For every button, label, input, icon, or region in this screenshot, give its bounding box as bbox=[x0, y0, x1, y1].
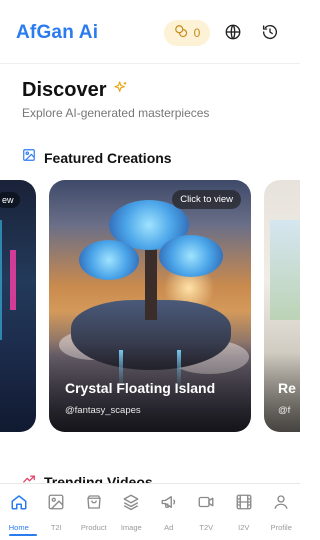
bottom-nav: Home T2I Product Image Ad T2V I2V Profil… bbox=[0, 483, 300, 540]
video-icon bbox=[197, 493, 215, 516]
credits-count: 0 bbox=[193, 26, 201, 40]
nav-item-ad[interactable]: Ad bbox=[150, 484, 188, 540]
nav-item-image[interactable]: Image bbox=[113, 484, 151, 540]
card-art bbox=[270, 220, 300, 320]
nav-item-t2i[interactable]: T2I bbox=[38, 484, 76, 540]
globe-icon[interactable] bbox=[224, 23, 242, 41]
bag-icon bbox=[85, 493, 103, 516]
nav-item-profile[interactable]: Profile bbox=[263, 484, 301, 540]
featured-card-prev[interactable]: ew bbox=[0, 180, 36, 432]
card-art-neon bbox=[10, 250, 16, 310]
card-art-canopy bbox=[159, 235, 223, 277]
card-art bbox=[0, 220, 2, 340]
nav-label-image: Image bbox=[120, 523, 142, 532]
brand-logo[interactable]: AfGan Ai bbox=[16, 22, 98, 44]
page-title: Discover bbox=[22, 79, 129, 102]
nav-label-t2v: T2V bbox=[199, 523, 214, 532]
nav-item-product[interactable]: Product bbox=[75, 484, 113, 540]
featured-title: Featured Creations bbox=[44, 149, 172, 166]
active-tab-indicator bbox=[9, 534, 37, 536]
coins-icon bbox=[174, 24, 188, 43]
featured-section-header: Featured Creations bbox=[22, 148, 172, 167]
click-to-view-pill[interactable]: Click to view bbox=[172, 190, 241, 209]
film-icon bbox=[235, 493, 253, 516]
card-author: @f bbox=[278, 405, 291, 416]
click-to-view-pill: ew bbox=[0, 192, 20, 208]
card-author: @fantasy_scapes bbox=[65, 405, 141, 416]
featured-carousel[interactable]: ew Click to view Crystal Floating Island… bbox=[0, 180, 300, 432]
sparkle-icon bbox=[113, 79, 129, 102]
nav-label-home: Home bbox=[8, 523, 29, 532]
nav-label-i2v: I2V bbox=[238, 523, 250, 532]
nav-item-t2v[interactable]: T2V bbox=[188, 484, 226, 540]
app-header: AfGan Ai 0 bbox=[0, 0, 300, 64]
megaphone-icon bbox=[160, 493, 178, 516]
user-icon bbox=[272, 493, 290, 516]
image-icon bbox=[47, 493, 65, 516]
history-icon[interactable] bbox=[261, 23, 279, 41]
featured-card-next[interactable]: Re @f bbox=[264, 180, 300, 432]
card-art-canopy bbox=[79, 240, 139, 280]
nav-label-t2i: T2I bbox=[50, 523, 62, 532]
nav-item-home[interactable]: Home bbox=[0, 484, 38, 540]
gallery-icon bbox=[22, 148, 36, 167]
discover-title: Discover bbox=[22, 79, 107, 101]
layers-icon bbox=[122, 493, 140, 516]
nav-label-profile: Profile bbox=[270, 523, 292, 532]
nav-label-ad: Ad bbox=[164, 523, 174, 532]
featured-card[interactable]: Click to view Crystal Floating Island @f… bbox=[49, 180, 251, 432]
card-title: Crystal Floating Island bbox=[65, 380, 216, 396]
page-subtitle: Explore AI-generated masterpieces bbox=[22, 106, 210, 120]
card-title: Re bbox=[278, 380, 296, 396]
home-icon bbox=[10, 493, 28, 516]
credits-badge[interactable]: 0 bbox=[164, 20, 210, 46]
nav-label-product: Product bbox=[80, 523, 107, 532]
nav-item-i2v[interactable]: I2V bbox=[225, 484, 263, 540]
